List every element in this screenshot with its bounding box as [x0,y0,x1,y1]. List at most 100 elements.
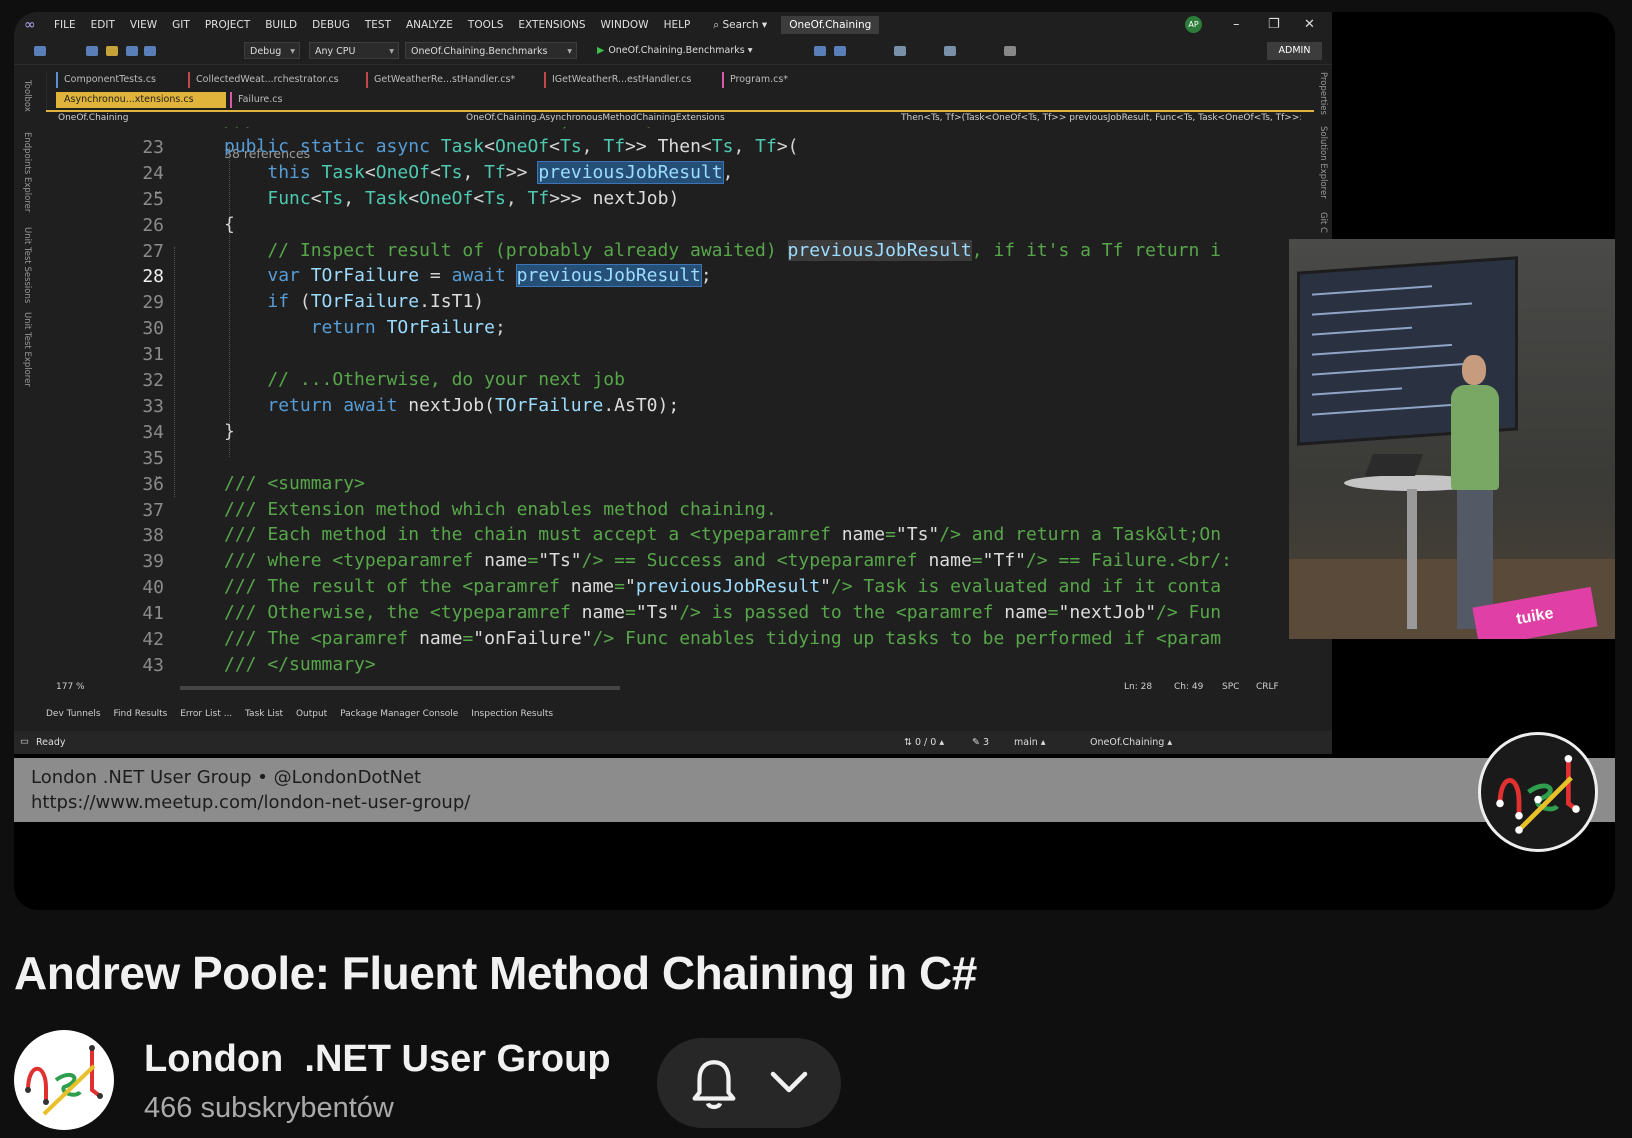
code-line: public static async Task<OneOf<Ts, Tf>> … [224,135,799,159]
video-player[interactable]: ∞ FILE EDIT VIEW GIT PROJECT BUILD DEBUG… [14,12,1615,910]
menu-window[interactable]: WINDOW [600,19,648,31]
toolbar-tool-icon[interactable] [894,46,906,56]
configuration-select[interactable]: Debug [244,42,300,60]
platform-select[interactable]: Any CPU [309,42,399,60]
menu-view[interactable]: VIEW [130,19,157,31]
ide-window: ∞ FILE EDIT VIEW GIT PROJECT BUILD DEBUG… [14,12,1332,754]
tab-dev-tunnels[interactable]: Dev Tunnels [46,709,101,719]
user-avatar[interactable]: AP [1185,16,1202,33]
close-icon[interactable]: ✕ [1304,17,1315,32]
code-token: TOrFailure [494,394,604,416]
pending-edits[interactable]: ✎ 3 [972,737,989,748]
code-token: Tf [755,135,777,157]
unit-test-explorer-tab[interactable]: Unit Test Explorer [22,312,32,387]
tab-componenttests[interactable]: ComponentTests.cs [56,72,184,88]
line-number: 31 [142,344,164,366]
nav-type-dropdown[interactable]: OneOf.Chaining.AsynchronousMethodChainin… [466,113,725,123]
code-token: < [549,135,560,157]
git-repository[interactable]: OneOf.Chaining ▴ [1090,737,1172,748]
new-item-icon[interactable] [86,46,98,56]
channel-name[interactable]: London .NET User Group [144,1038,611,1081]
menu-tools[interactable]: TOOLS [468,19,503,31]
code-token: "Tf" [982,550,1026,572]
code-line: // Inspect result of (probably already a… [224,239,1221,263]
open-folder-icon[interactable] [106,46,118,56]
line-number: 33 [142,395,164,417]
code-token: name [841,524,886,546]
restore-icon[interactable]: ❐ [1268,17,1280,32]
code-token: Task [321,161,365,183]
tab-find-results[interactable]: Find Results [114,709,168,719]
save-icon[interactable] [126,46,138,56]
endpoints-explorer-tab[interactable]: Endpoints Explorer [22,132,32,212]
save-all-icon[interactable] [144,46,156,56]
code-line: this Task<OneOf<Ts, Tf>> previousJobResu… [224,160,733,185]
unit-test-sessions-tab[interactable]: Unit Test Sessions [22,227,32,303]
tab-task-list[interactable]: Task List [245,709,283,719]
code-token: AsT0); [614,394,680,416]
code-token: name [484,550,528,572]
code-token: ; [700,265,712,287]
back-icon[interactable] [34,46,46,56]
solution-name-badge: OneOf.Chaining [781,16,880,34]
startup-project-select[interactable]: OneOf.Chaining.Benchmarks [405,42,577,60]
ide-menubar: ∞ FILE EDIT VIEW GIT PROJECT BUILD DEBUG… [14,12,1332,38]
dotnet-logo-icon [1478,732,1598,852]
tab-output[interactable]: Output [296,709,327,719]
channel-avatar[interactable] [14,1030,114,1130]
horizontal-scrollbar[interactable] [180,686,620,690]
tab-getweather-handler[interactable]: GetWeatherRe...stHandler.cs* [366,72,538,88]
code-token: previousJobResult [635,576,821,598]
solution-explorer-tab[interactable]: Solution Explorer [1318,126,1328,199]
notification-icon[interactable]: ▭ [20,736,29,747]
git-branch[interactable]: main ▴ [1014,737,1046,748]
menu-help[interactable]: HELP [664,19,691,31]
tab-inspection-results[interactable]: Inspection Results [471,709,553,719]
play-icon: ▶ [597,45,605,56]
menu-build[interactable]: BUILD [265,19,297,31]
run-button[interactable]: ▶ OneOf.Chaining.Benchmarks ▾ [597,42,753,59]
line-number: 27 [142,240,164,262]
code-editor[interactable]: 2223242526272829303132333435363738394041… [46,127,1300,680]
menu-project[interactable]: PROJECT [205,19,250,31]
tab-collectedweather-orchestrator[interactable]: CollectedWeat...rchestrator.cs [188,72,360,88]
menu-debug[interactable]: DEBUG [312,19,350,31]
git-sync-status[interactable]: ⇅ 0 / 0 ▴ [904,737,944,748]
toolbox-tab[interactable]: Toolbox [22,80,32,112]
menu-extensions[interactable]: EXTENSIONS [518,19,585,31]
code-token: , [343,187,365,209]
git-changes-tab[interactable]: Git C [1318,212,1328,233]
nav-project-dropdown[interactable]: OneOf.Chaining [58,113,128,123]
document-tabs-row-2: Asynchronou...xtensions.cs Failure.cs [46,90,1314,112]
fold-toggle-icon[interactable]: ⌄ [153,468,163,482]
code-token: >> [625,135,658,157]
menu-edit[interactable]: EDIT [91,19,115,31]
properties-tab[interactable]: Properties [1318,72,1328,115]
zoom-level[interactable]: 177 % [56,682,85,692]
line-number: 42 [142,629,164,650]
tab-igetweather-handler[interactable]: IGetWeatherR...estHandler.cs [544,72,716,88]
ide-search-button[interactable]: ⌕ Search ▾ [713,19,767,32]
bookmark-icon[interactable] [1004,46,1016,56]
code-line: Func<Ts, Task<OneOf<Ts, Tf>>> nextJob) [224,187,679,211]
tab-failure[interactable]: Failure.cs [230,92,300,108]
tab-program[interactable]: Program.cs* [722,72,822,88]
tab-error-list[interactable]: Error List ... [180,709,232,719]
menu-test[interactable]: TEST [365,19,391,31]
code-token: previousJobResult [537,160,724,184]
tab-package-manager-console[interactable]: Package Manager Console [340,709,458,719]
code-token: /// </summary> [224,653,376,675]
fold-toggle-icon[interactable]: ⌄ [153,183,163,197]
menu-git[interactable]: GIT [172,19,190,31]
toolbar-tool-icon[interactable] [944,46,956,56]
toolbar-tool-icon[interactable] [814,46,826,56]
menu-analyze[interactable]: ANALYZE [406,19,453,31]
toolbar-tool-icon[interactable] [834,46,846,56]
code-token: name [570,576,615,598]
tab-asynchronous-extensions[interactable]: Asynchronou...xtensions.cs [56,92,226,108]
minimize-icon[interactable]: – [1233,17,1240,32]
menu-file[interactable]: FILE [54,19,76,31]
nav-member-dropdown[interactable]: Then<Ts, Tf>(Task<OneOf<Ts, Tf>> previou… [901,113,1301,123]
subscription-notifications-button[interactable] [657,1038,841,1128]
